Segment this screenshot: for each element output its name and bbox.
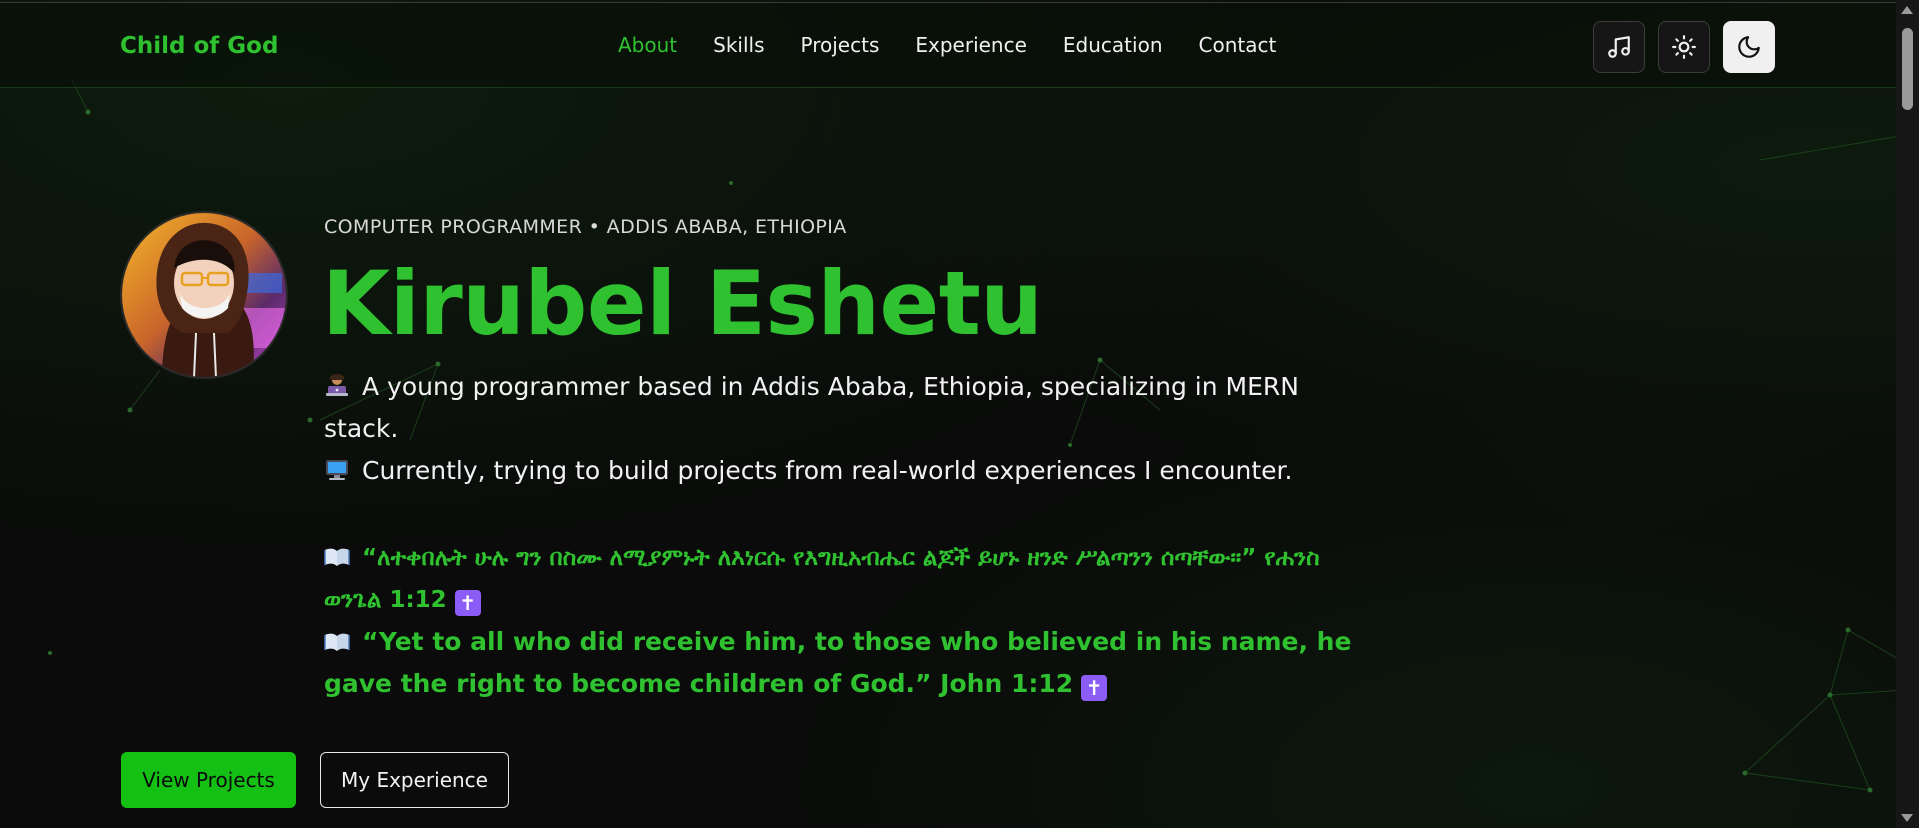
nav-education[interactable]: Education [1063,33,1163,57]
bio-line-1-text: A young programmer based in Addis Ababa,… [324,372,1299,443]
latin-cross-icon: ✝ [454,590,481,616]
bible-verse: “ለተቀበሉት ሁሉ ግን በስሙ ለሚያምኑት ለእነርሱ የእግዚአብሔር … [324,537,1354,705]
page: Child of God About Skills Projects Exper… [0,0,1919,828]
avatar [120,211,288,379]
computer-emoji-icon [326,460,348,480]
dark-theme-button[interactable] [1723,21,1775,73]
bio-line-1: A young programmer based in Addis Ababa,… [324,366,1314,450]
my-experience-button[interactable]: My Experience [320,752,509,808]
bio-line-2: Currently, trying to build projects from… [324,450,1314,492]
nav-contact[interactable]: Contact [1199,33,1277,57]
sun-icon [1672,35,1696,59]
hero-subtitle: COMPUTER PROGRAMMER • ADDIS ABABA, ETHIO… [324,216,847,238]
light-theme-button[interactable] [1658,21,1710,73]
verse-english: “Yet to all who did receive him, to thos… [324,621,1354,705]
hero-bio: A young programmer based in Addis Ababa,… [324,366,1314,492]
music-toggle-button[interactable] [1593,21,1645,73]
view-projects-button[interactable]: View Projects [121,752,296,808]
verse-amharic: “ለተቀበሉት ሁሉ ግን በስሙ ለሚያምኑት ለእነርሱ የእግዚአብሔር … [324,537,1354,621]
technologist-emoji-icon [326,374,348,396]
open-book-icon [324,633,350,651]
scroll-thumb[interactable] [1902,28,1913,110]
top-navbar: Child of God About Skills Projects Exper… [0,2,1896,88]
moon-icon [1738,36,1760,58]
brand-logo[interactable]: Child of God [120,33,278,59]
verse-english-text: “Yet to all who did receive him, to thos… [324,627,1352,698]
music-note-icon [1608,36,1630,58]
nav-experience[interactable]: Experience [915,33,1027,57]
scrollbar[interactable] [1896,0,1919,828]
nav-projects[interactable]: Projects [801,33,880,57]
open-book-icon [324,548,350,566]
latin-cross-icon: ✝ [1081,675,1108,701]
nav-skills[interactable]: Skills [713,33,764,57]
nav-links: About Skills Projects Experience Educati… [618,33,1312,57]
hero-name: Kirubel Eshetu [322,252,1043,355]
nav-buttons [1593,21,1788,73]
bio-line-2-text: Currently, trying to build projects from… [362,456,1293,485]
scroll-down-arrow-icon[interactable] [1901,814,1913,822]
avatar-illustration [122,213,286,377]
nav-about[interactable]: About [618,33,677,57]
scroll-up-arrow-icon[interactable] [1901,6,1913,14]
